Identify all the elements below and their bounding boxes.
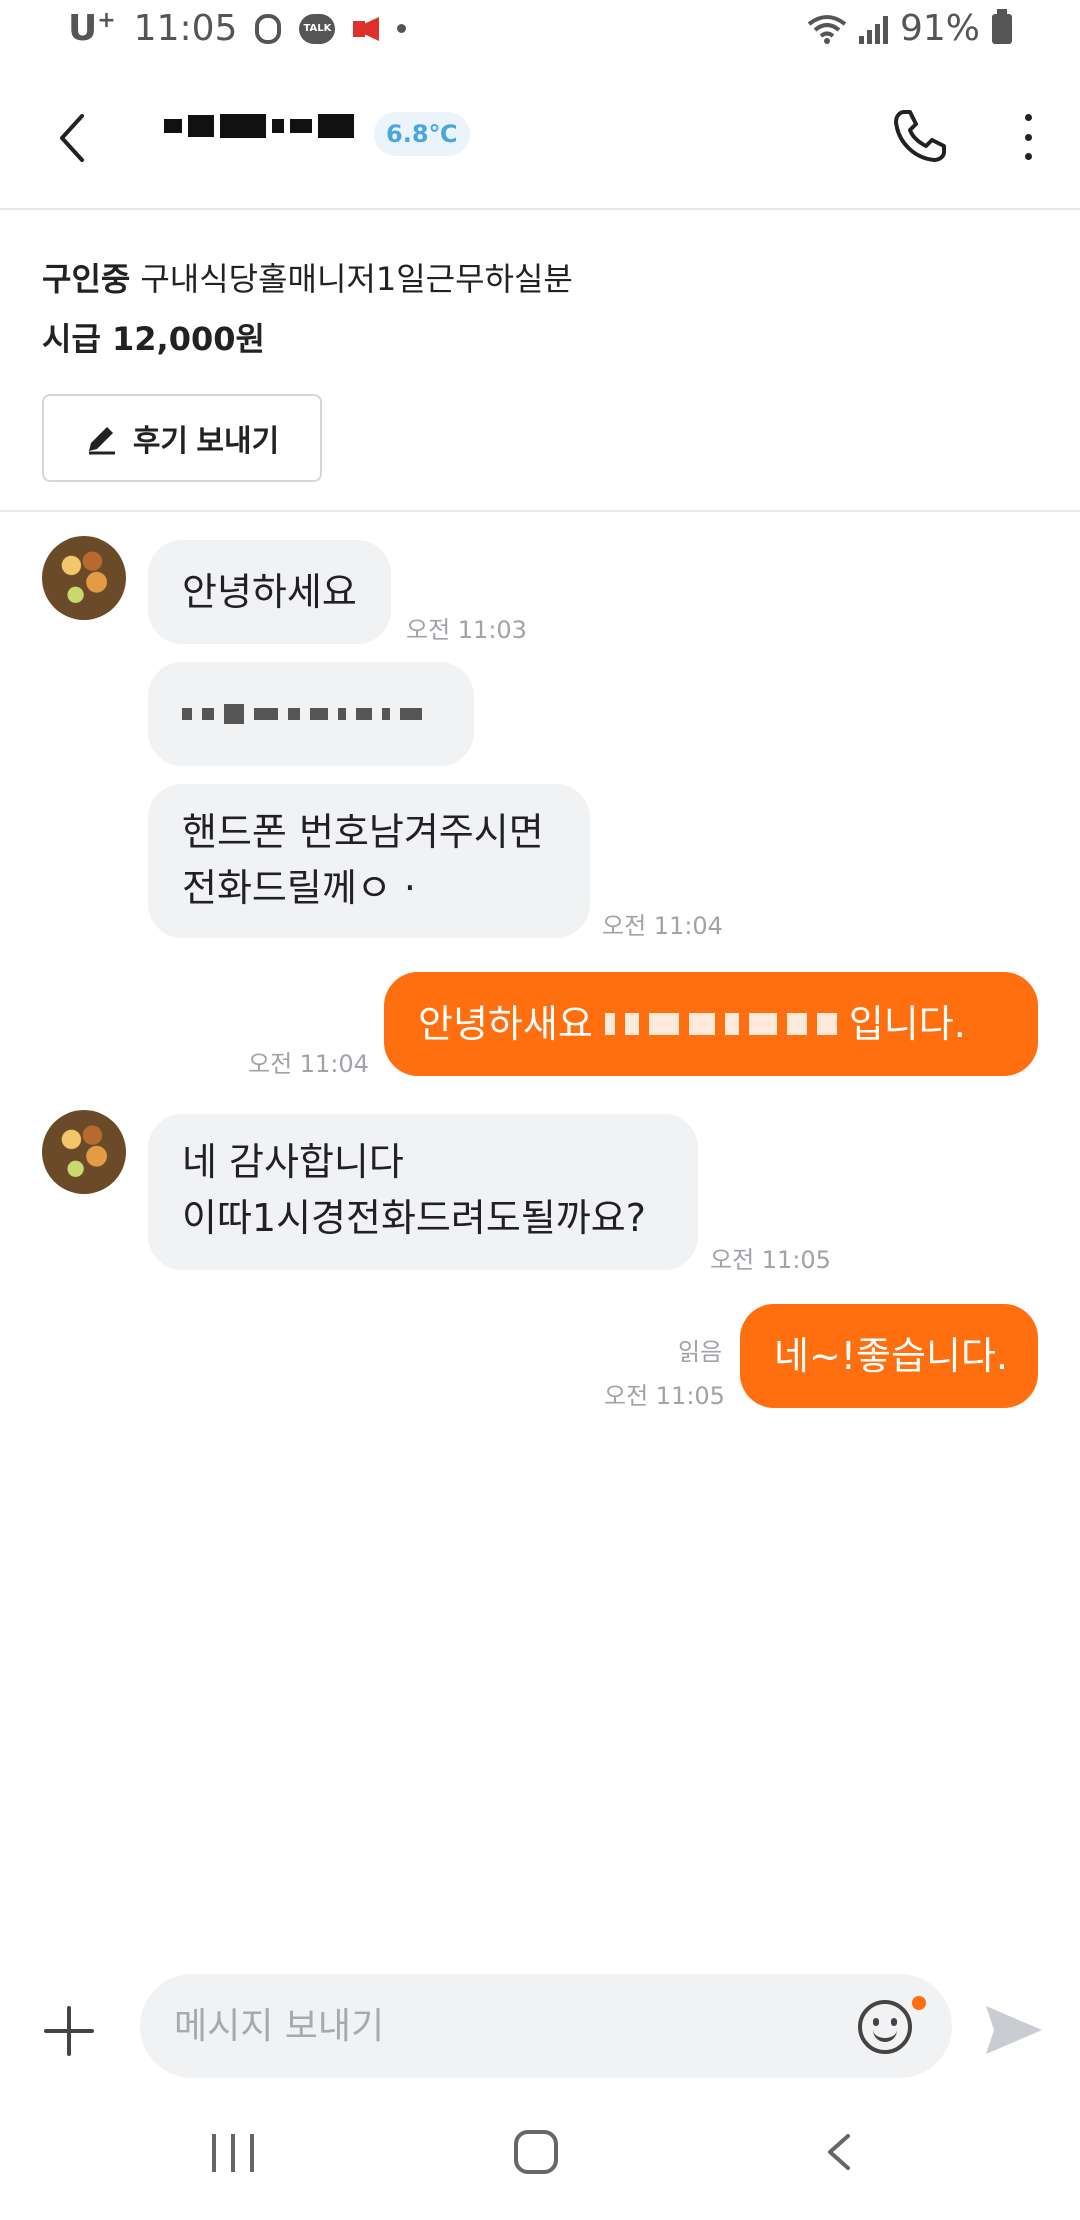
job-post-summary[interactable]: 구인중 구내식당홀매니저1일근무하실분 시급 12,000원 후기 보내기: [0, 210, 1080, 512]
message-timestamp: 오전 11:04: [602, 912, 723, 940]
more-options-icon[interactable]: [1020, 114, 1036, 160]
message-text: 안녕하세요: [182, 570, 357, 614]
job-title: 구인중 구내식당홀매니저1일근무하실분: [42, 254, 573, 300]
notification-icon: [255, 13, 282, 44]
message-timestamp: 오전 11:03: [406, 616, 527, 644]
message-input-bar: [0, 1960, 1080, 2090]
message-timestamp: 오전 11:05: [710, 1246, 831, 1274]
recent-apps-button[interactable]: [212, 2134, 254, 2172]
status-bar: U+ 11:05 TALK 91%: [0, 0, 1080, 66]
job-status-label: 구인중: [42, 260, 131, 298]
message-bubble-incoming: 안녕하세요: [148, 540, 391, 644]
signal-icon: [858, 14, 888, 44]
job-title-text: 구내식당홀매니저1일근무하실분: [140, 260, 573, 298]
message-input[interactable]: [140, 1974, 952, 2078]
partner-avatar[interactable]: [42, 1110, 126, 1194]
redacted-text: [604, 1009, 837, 1039]
message-timestamp: 오전 11:04: [248, 1050, 369, 1078]
read-receipt: 읽음: [678, 1338, 723, 1366]
redacted-text: [182, 662, 440, 766]
plus-icon[interactable]: [44, 2006, 94, 2056]
message-text: 네~!좋습니다.: [774, 1334, 1008, 1378]
pencil-icon: [88, 427, 115, 455]
battery-percent: 91%: [899, 8, 980, 49]
more-notifications-icon: [397, 24, 407, 33]
carrier-label: U+: [68, 8, 116, 49]
status-bar-right: 91%: [807, 8, 1012, 49]
message-line: 핸드폰 번호남겨주시면: [182, 810, 544, 854]
message-bubble-incoming: 네 감사합니다 이따1시경전화드려도될까요?: [148, 1114, 698, 1270]
chat-header: 6.8℃: [0, 66, 1080, 210]
send-icon[interactable]: [984, 2004, 1044, 2056]
message-bubble-incoming-redacted: [148, 662, 474, 766]
megaphone-icon: [353, 16, 380, 41]
emoji-icon[interactable]: [858, 2000, 912, 2054]
new-badge-dot: [912, 1996, 926, 2010]
message-text: 입니다.: [848, 1002, 966, 1046]
message-line: 이따1시경전화드려도될까요?: [182, 1196, 646, 1240]
clock: 11:05: [133, 8, 238, 49]
message-bubble-outgoing: 안녕하새요 입니다.: [384, 972, 1038, 1076]
phone-call-icon[interactable]: [890, 106, 950, 166]
kakaotalk-icon: TALK: [299, 13, 336, 44]
job-wage: 시급 12,000원: [42, 320, 265, 358]
home-button[interactable]: [514, 2130, 558, 2174]
send-review-label: 후기 보내기: [132, 425, 280, 458]
partner-avatar[interactable]: [42, 536, 126, 620]
manner-temperature-badge: 6.8℃: [374, 112, 470, 156]
system-navigation-bar: [0, 2090, 1080, 2220]
message-bubble-incoming: 핸드폰 번호남겨주시면 전화드릴께ㅇ ·: [148, 784, 590, 938]
status-bar-left: U+ 11:05 TALK: [68, 8, 407, 49]
send-review-button[interactable]: 후기 보내기: [42, 394, 322, 482]
message-timestamp: 오전 11:05: [604, 1382, 725, 1410]
message-text: 안녕하새요: [418, 1002, 593, 1046]
message-line: 전화드릴께ㅇ ·: [182, 866, 416, 910]
message-line: 네 감사합니다: [182, 1140, 404, 1184]
message-bubble-outgoing: 네~!좋습니다.: [740, 1304, 1038, 1408]
battery-icon: [992, 8, 1012, 44]
system-back-icon[interactable]: [824, 2132, 854, 2172]
back-arrow-icon[interactable]: [52, 110, 96, 166]
chat-partner-name-redacted: [164, 114, 354, 138]
wifi-icon: [807, 14, 847, 44]
